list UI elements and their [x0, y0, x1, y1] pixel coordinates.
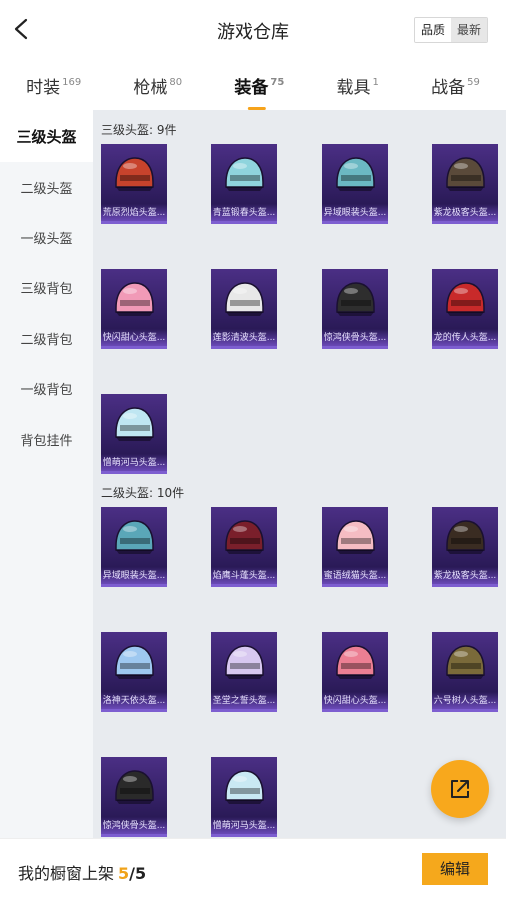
- item-card[interactable]: 青蓝锻春头盔...: [211, 144, 277, 224]
- item-card[interactable]: 异域眼装头盔...: [101, 507, 167, 587]
- item-name: 荒原烈焰头盔...: [102, 208, 166, 218]
- tab-label: 装备: [234, 77, 269, 98]
- tab-equipment[interactable]: 装备 75: [228, 73, 290, 110]
- tab-weapons[interactable]: 枪械 80: [127, 73, 188, 98]
- helmet-icon: [336, 645, 375, 679]
- sort-option-quality[interactable]: 品质: [415, 18, 451, 42]
- item-name: 龙的传人头盔...: [433, 333, 497, 343]
- sidebar-item-backpack-charm[interactable]: 背包挂件: [0, 414, 93, 464]
- sort-toggle: 品质 最新: [414, 17, 488, 43]
- shelf-status: 我的橱窗上架 5/5: [18, 860, 146, 884]
- item-card[interactable]: 紫龙极客头盔...: [432, 507, 498, 587]
- item-card[interactable]: 紫龙极客头盔...: [432, 144, 498, 224]
- item-card[interactable]: 六号树人头盔...: [432, 632, 498, 712]
- sidebar: 三级头盔 二级头盔 一级头盔 三级背包 二级背包 一级背包 背包挂件: [0, 110, 93, 838]
- item-name: 快闪甜心头盔...: [323, 696, 387, 706]
- item-name: 惊鸿侠骨头盔...: [102, 821, 166, 831]
- helmet-icon: [225, 645, 264, 679]
- item-card[interactable]: 莲影清波头盔...: [211, 269, 277, 349]
- item-card[interactable]: 快闪甜心头盔...: [322, 632, 388, 712]
- item-card[interactable]: 焰鹰斗蓬头盔...: [211, 507, 277, 587]
- tab-count: 59: [467, 76, 480, 88]
- share-icon: [451, 780, 469, 798]
- sidebar-item-level3-backpack[interactable]: 三级背包: [0, 263, 93, 313]
- item-name: 憎萌河马头盔...: [102, 458, 166, 468]
- item-name: 异域眼装头盔...: [323, 208, 387, 218]
- helmet-icon: [336, 157, 375, 191]
- tab-count: 1: [372, 76, 379, 88]
- item-name: 紫龙极客头盔...: [433, 571, 497, 581]
- helmet-icon: [225, 282, 264, 316]
- edit-button[interactable]: 编辑: [422, 853, 488, 885]
- bottom-bar: 我的橱窗上架 5/5 编辑: [0, 838, 506, 897]
- shelf-total-count: /5: [129, 864, 147, 883]
- group-title: 二级头盔: 10件: [101, 486, 185, 500]
- shelf-current-count: 5: [118, 864, 130, 883]
- tab-count: 169: [62, 76, 82, 88]
- tab-fashion[interactable]: 时装 169: [20, 73, 87, 98]
- helmet-icon: [446, 520, 485, 554]
- helmet-icon: [446, 645, 485, 679]
- item-card[interactable]: 惊鸿侠骨头盔...: [101, 757, 167, 837]
- tab-battle-gear[interactable]: 战备 59: [425, 73, 486, 98]
- item-name: 惊鸿侠骨头盔...: [323, 333, 387, 343]
- item-name: 六号树人头盔...: [433, 696, 497, 706]
- helmet-icon: [446, 282, 485, 316]
- sidebar-item-level2-backpack[interactable]: 二级背包: [0, 313, 93, 363]
- helmet-icon: [115, 282, 154, 316]
- header: 游戏仓库 品质 最新: [0, 0, 506, 60]
- item-name: 憎萌河马头盔...: [212, 821, 276, 831]
- item-card[interactable]: 憎萌河马头盔...: [211, 757, 277, 837]
- group-title: 三级头盔: 9件: [101, 123, 177, 137]
- helmet-icon: [115, 770, 154, 804]
- helmet-icon: [115, 157, 154, 191]
- item-card[interactable]: 蜜语绒猫头盔...: [322, 507, 388, 587]
- sidebar-item-level3-helmet[interactable]: 三级头盔: [0, 110, 93, 162]
- helmet-icon: [225, 520, 264, 554]
- item-card[interactable]: 憎萌河马头盔...: [101, 394, 167, 474]
- item-card[interactable]: 荒原烈焰头盔...: [101, 144, 167, 224]
- helmet-icon: [115, 645, 154, 679]
- item-name: 圣堂之誓头盔...: [212, 696, 276, 706]
- item-name: 蜜语绒猫头盔...: [323, 571, 387, 581]
- item-name: 青蓝锻春头盔...: [212, 208, 276, 218]
- tab-vehicles[interactable]: 载具 1: [331, 73, 385, 98]
- shelf-label: 我的橱窗上架: [18, 864, 115, 883]
- item-name: 洛神天依头盔...: [102, 696, 166, 706]
- tab-count: 75: [270, 76, 285, 88]
- item-card[interactable]: 圣堂之誓头盔...: [211, 632, 277, 712]
- item-grid: 三级头盔: 9件 二级头盔: 10件 荒原烈焰头盔... 青蓝锻春头盔... 异域眼…: [93, 110, 506, 838]
- item-name: 莲影清波头盔...: [212, 333, 276, 343]
- sidebar-item-level1-helmet[interactable]: 一级头盔: [0, 212, 93, 262]
- sort-option-newest[interactable]: 最新: [451, 18, 487, 42]
- item-card[interactable]: 龙的传人头盔...: [432, 269, 498, 349]
- helmet-icon: [336, 520, 375, 554]
- tab-label: 战备: [431, 77, 466, 98]
- tab-label: 载具: [336, 77, 371, 98]
- helmet-icon: [446, 157, 485, 191]
- tab-label: 时装: [26, 77, 61, 98]
- sidebar-item-level2-helmet[interactable]: 二级头盔: [0, 162, 93, 212]
- item-name: 紫龙极客头盔...: [433, 208, 497, 218]
- sidebar-item-level1-backpack[interactable]: 一级背包: [0, 364, 93, 414]
- item-card[interactable]: 洛神天依头盔...: [101, 632, 167, 712]
- item-name: 焰鹰斗蓬头盔...: [212, 571, 276, 581]
- helmet-icon: [115, 407, 154, 441]
- item-card[interactable]: 惊鸿侠骨头盔...: [322, 269, 388, 349]
- item-name: 快闪甜心头盔...: [102, 333, 166, 343]
- helmet-icon: [225, 157, 264, 191]
- item-card[interactable]: 异域眼装头盔...: [322, 144, 388, 224]
- share-button[interactable]: [431, 760, 489, 818]
- helmet-icon: [225, 770, 264, 804]
- helmet-icon: [336, 282, 375, 316]
- item-card[interactable]: 快闪甜心头盔...: [101, 269, 167, 349]
- tab-label: 枪械: [133, 77, 168, 98]
- tab-count: 80: [169, 76, 183, 88]
- helmet-icon: [115, 520, 154, 554]
- item-name: 异域眼装头盔...: [102, 571, 166, 581]
- category-tabs: 时装 169 枪械 80 装备 75 载具 1 战备 59: [0, 60, 506, 110]
